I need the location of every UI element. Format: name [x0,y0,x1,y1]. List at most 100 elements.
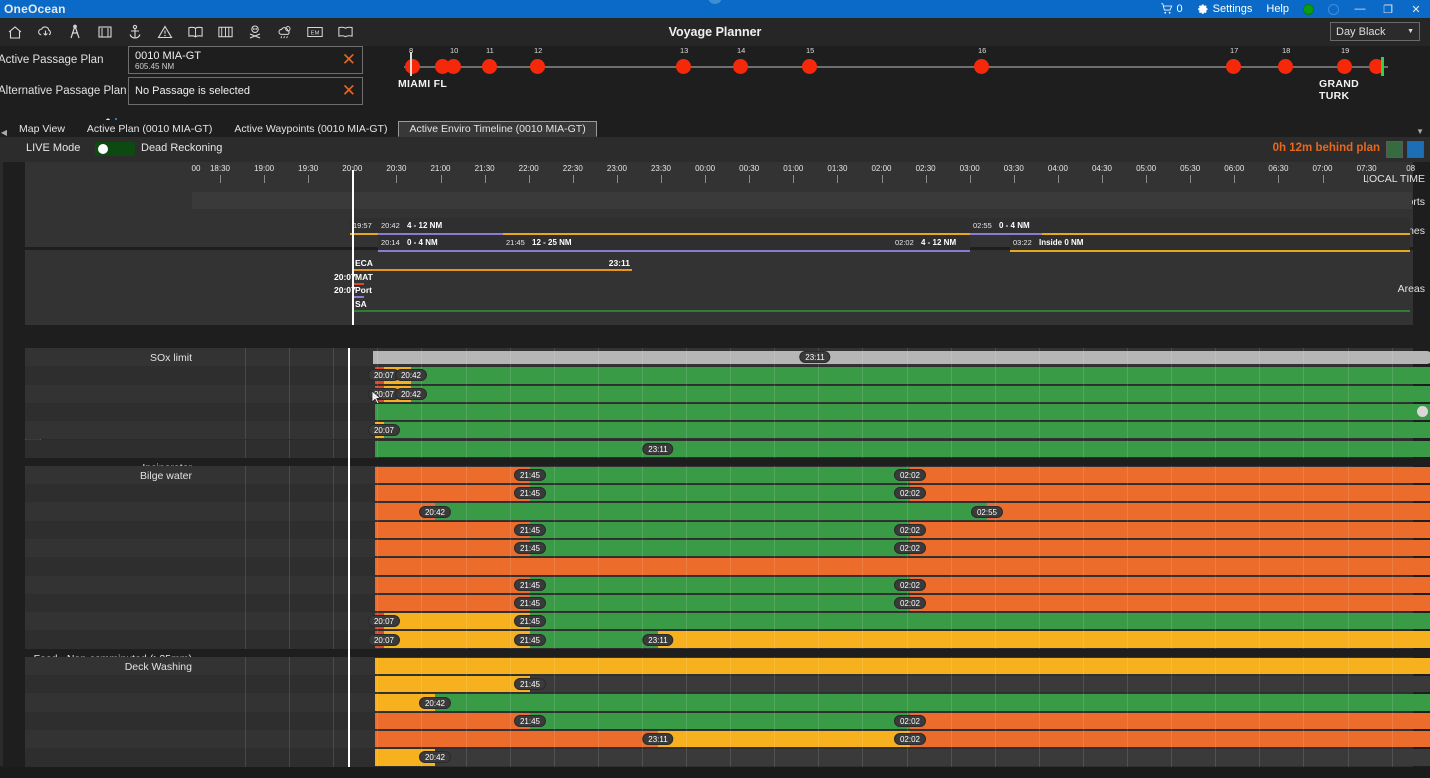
timeline-time-chip[interactable]: 21:45 [513,633,547,646]
manual-icon[interactable] [330,18,360,46]
timeline-time-chip[interactable]: 20:07 [367,424,401,437]
active-passage-plan-field[interactable]: 0010 MIA-GT 605.45 NM ✕ [128,46,363,74]
timeline-time-chip[interactable]: 23:11 [642,633,674,646]
timeline-time-chip[interactable]: 02:02 [893,597,927,610]
weather-icon[interactable] [270,18,300,46]
enviro-row[interactable]: EGCS Washwater20:0720:42 [25,384,1430,437]
timeline-bar-segment[interactable] [910,485,1430,502]
timeline-bar-segment[interactable] [435,749,1430,766]
anchor-icon[interactable] [120,18,150,46]
timeline-bar-segment[interactable] [375,521,530,538]
enviro-row[interactable]: SOx limit 23:11 [25,348,1430,367]
timeline-time-chip[interactable]: 21:45 [513,597,547,610]
book-open-icon[interactable] [180,18,210,46]
route-waypoint[interactable] [733,59,748,74]
timeline-bar-segment[interactable] [530,594,910,612]
timeline-bar-segment[interactable] [910,730,1430,748]
timeline-bar-segment[interactable] [375,730,658,748]
route-waypoint[interactable] [405,59,420,74]
timeline-time-chip[interactable]: 20:42 [418,751,452,764]
timeline-bar-segment[interactable] [987,503,1430,520]
route-waypoint[interactable] [1337,59,1352,74]
timeline-settings-button[interactable] [1407,141,1424,158]
timeline-bar-segment[interactable] [910,712,1430,729]
cloud-download-icon[interactable] [30,18,60,46]
timeline-time-chip[interactable]: 20:07 [367,633,401,646]
area-segment[interactable]: SA [352,299,1410,312]
zone-segment[interactable]: 03:22 Inside 0 NM [1010,235,1410,252]
zone-segment[interactable]: 20:42 4 - 12 NM [378,218,503,235]
timeline-time-chip[interactable]: 20:42 [394,369,428,382]
timeline-bar-segment[interactable] [658,730,910,748]
route-waypoint[interactable] [1278,59,1293,74]
timeline-bar-segment[interactable] [375,657,1430,675]
theme-select[interactable]: Day Black ▼ [1330,22,1420,41]
enviro-row[interactable]: RWF21:4502:02 [25,575,1430,701]
timeline-bar-segment[interactable] [375,594,530,612]
route-waypoint[interactable] [530,59,545,74]
timeline-bar-segment[interactable] [375,712,530,729]
timeline-time-chip[interactable]: 02:02 [893,523,927,536]
timeline-bar-segment[interactable] [435,503,987,520]
zone-segment[interactable]: 19:57Inside 0 NM [350,218,1410,235]
timeline-time-chip[interactable]: 21:45 [513,487,547,500]
tab-scroll-left-icon[interactable]: ◀ [0,128,8,137]
enviro-row[interactable]: Brine20:42 [25,693,1430,746]
em-icon[interactable]: EM [300,18,330,46]
timeline-time-chip[interactable]: 02:02 [893,733,927,746]
timeline-bar-segment[interactable] [375,485,530,502]
timeline-time-chip[interactable]: 21:45 [513,678,547,691]
close-button[interactable]: ✕ [1402,0,1430,18]
help-button[interactable]: Help [1259,0,1296,18]
area-segment[interactable]: ECA 23:11 [352,258,632,271]
route-waypoint[interactable] [1226,59,1241,74]
timeline-time-chip[interactable]: 02:02 [893,578,927,591]
piracy-icon[interactable] [240,18,270,46]
enviro-row[interactable]: Food - Comminuted (<25mm)21:4502:02 [25,538,1430,628]
route-waypoint[interactable] [802,59,817,74]
timeline-time-chip[interactable]: 20:42 [418,696,452,709]
vertical-scrollbar-thumb[interactable] [1417,406,1428,417]
timeline-bar-segment[interactable] [384,613,530,630]
timeline-bar-segment[interactable] [530,466,910,484]
map-refresh-button[interactable] [1386,141,1403,158]
enviro-row[interactable]: Open-loop EGCS20:0720:42 [25,366,1430,401]
enviro-row[interactable]: VGP Waters20:42 [25,748,1430,767]
timeline-bar-segment[interactable] [375,558,1430,575]
enviro-row[interactable]: Deck Washing [25,656,1430,676]
route-waypoint[interactable] [482,59,497,74]
timeline-time-chip[interactable]: 21:45 [513,468,547,481]
timeline-bar-segment[interactable] [375,403,1430,421]
timeline-time-chip[interactable]: 02:55 [970,505,1004,518]
timeline-bar-segment[interactable] [530,631,658,648]
timeline-time-chip[interactable]: 21:45 [513,615,547,628]
timeline-bar-segment[interactable] [530,485,910,502]
route-waypoint[interactable] [974,59,989,74]
timeline-time-chip[interactable]: 20:07 [367,615,401,628]
dividers-icon[interactable] [60,18,90,46]
enviro-row[interactable]: Exchanged Ballast Water20:0721:4523:11 [25,630,1430,649]
timeline-bar-segment[interactable] [910,576,1430,593]
enviro-row[interactable]: Superchlorination21:4502:02 [25,711,1430,778]
timeline-bar-segment[interactable] [435,694,1430,711]
enviro-row[interactable]: Incinerator [25,402,1430,474]
timeline-bar-segment[interactable] [375,466,530,484]
enviro-row[interactable]: Sewage (AWWTS)20:4202:55 [25,502,1430,555]
tab-active-enviro-timeline-0010-mia-gt[interactable]: Active Enviro Timeline (0010 MIA-GT) [398,121,597,137]
timeline-bar-segment[interactable] [375,676,530,693]
route-waypoint[interactable] [446,59,461,74]
clear-alternative-passage-plan-button[interactable]: ✕ [342,81,356,100]
enviro-row[interactable]: Ashes Dispersal23:1102:02 [25,729,1430,749]
timeline-bar-segment[interactable] [373,351,1430,364]
live-mode-toggle[interactable] [95,142,135,156]
cart-button[interactable]: 0 [1153,0,1190,18]
enviro-row[interactable]: Bilge water 21:45 02:02 [25,465,1430,485]
timeline-bar-segment[interactable] [375,539,530,557]
enviro-row[interactable]: Food - Non-comminuted (>25mm) [25,557,1430,665]
timeline-bar-segment[interactable] [910,521,1430,538]
enviro-row[interactable]: NOx23:11 [25,439,1430,547]
warning-icon[interactable] [150,18,180,46]
chart-panel-icon[interactable] [90,18,120,46]
timeline-bar-segment[interactable] [910,466,1430,484]
timeline-bar-segment[interactable] [530,539,910,557]
